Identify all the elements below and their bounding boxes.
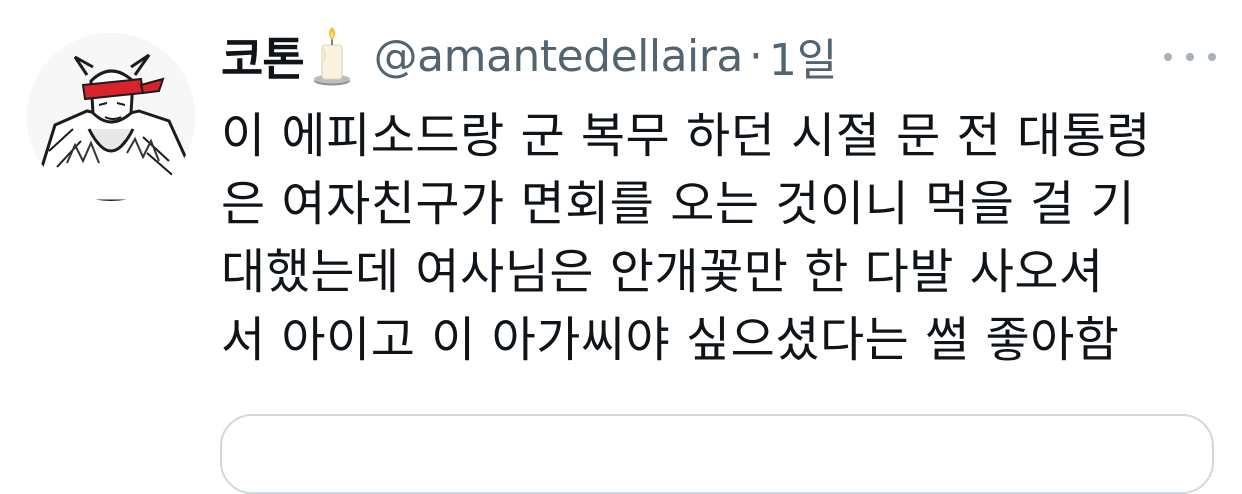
separator-dot: ·: [748, 30, 763, 82]
author-display-name[interactable]: 코톤: [221, 23, 305, 89]
more-dot: [1186, 53, 1194, 61]
tweet-timestamp[interactable]: 1일: [769, 24, 837, 88]
candle-icon: [313, 27, 350, 86]
tweet-text-line: 은 여자친구가 면회를 오는 것이니 먹을 걸 기: [221, 176, 1136, 232]
tweet-header: 코톤 @amantedellaira · 1일: [221, 20, 837, 92]
more-dot: [1208, 53, 1216, 61]
more-dot: [1164, 53, 1172, 61]
tweet-text-line: 이 에피소드랑 군 복무 하던 시절 문 전 대통령: [221, 108, 1151, 164]
tweet-text-line: 서 아이고 이 아가씨야 싶으셨다는 썰 좋아함: [221, 312, 1120, 368]
tweet[interactable]: 코톤 @amantedellaira · 1일 이 에피소드랑 군 복무 하던 …: [0, 0, 1242, 494]
avatar[interactable]: [27, 33, 195, 201]
tweet-text-line: 대했는데 여사님은 안개꽃만 한 다발 사오셔: [221, 244, 1104, 300]
media-card[interactable]: [220, 414, 1214, 494]
avatar-illustration: [27, 33, 195, 201]
author-handle[interactable]: @amantedellaira: [374, 31, 744, 82]
tweet-text: 이 에피소드랑 군 복무 하던 시절 문 전 대통령 은 여자친구가 면회를 오…: [221, 102, 1221, 374]
more-horizontal-icon[interactable]: [1164, 45, 1216, 69]
